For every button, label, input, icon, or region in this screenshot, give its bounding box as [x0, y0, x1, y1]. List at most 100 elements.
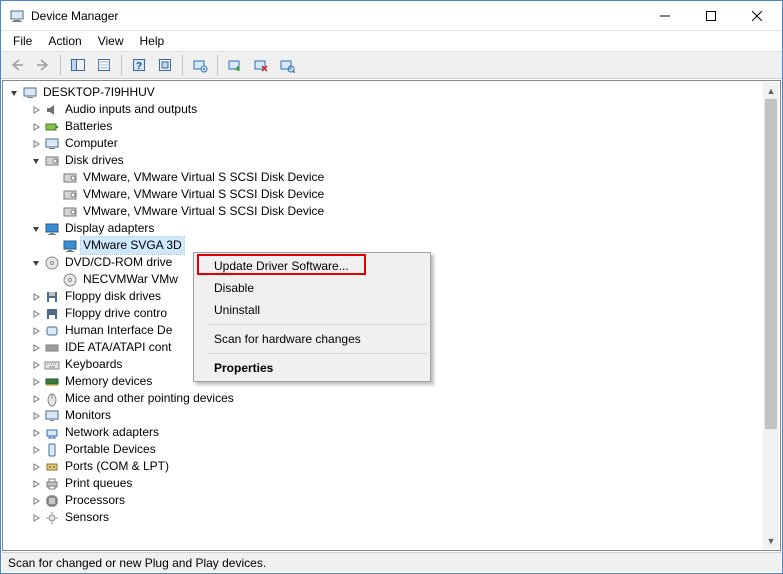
app-icon	[9, 8, 25, 24]
toolbar-separator	[217, 55, 218, 75]
minimize-button[interactable]	[642, 1, 688, 30]
tree-node-label: Processors	[63, 492, 127, 509]
tree-root[interactable]: DESKTOP-7I9HHUV	[6, 84, 763, 101]
monitor-icon	[44, 408, 60, 424]
chevron-down-icon[interactable]	[6, 85, 22, 101]
back-button[interactable]	[5, 53, 29, 77]
chevron-right-icon[interactable]	[28, 425, 44, 441]
tree-node-label: Mice and other pointing devices	[63, 390, 236, 407]
tree-category[interactable]: Print queues	[6, 475, 763, 492]
tree-node-label: IDE ATA/ATAPI cont	[63, 339, 173, 356]
menu-view[interactable]: View	[90, 32, 132, 50]
enable-device-button[interactable]	[223, 53, 247, 77]
vertical-scrollbar[interactable]: ▲ ▼	[763, 82, 779, 549]
toolbar-separator	[121, 55, 122, 75]
tree-category[interactable]: Sensors	[6, 509, 763, 526]
tree-node-label: DVD/CD-ROM drive	[63, 254, 174, 271]
chevron-right-icon[interactable]	[28, 340, 44, 356]
tree-device[interactable]: VMware, VMware Virtual S SCSI Disk Devic…	[6, 169, 763, 186]
tree-node-label: Monitors	[63, 407, 113, 424]
memory-icon	[44, 374, 60, 390]
menu-help[interactable]: Help	[132, 32, 173, 50]
disk-icon	[62, 187, 78, 203]
tree-node-label: Memory devices	[63, 373, 154, 390]
forward-button[interactable]	[31, 53, 55, 77]
chevron-right-icon[interactable]	[28, 391, 44, 407]
chevron-down-icon[interactable]	[28, 221, 44, 237]
tree-category[interactable]: Portable Devices	[6, 441, 763, 458]
computer-icon	[22, 85, 38, 101]
ctx-uninstall[interactable]: Uninstall	[196, 299, 428, 321]
sensor-icon	[44, 510, 60, 526]
scrollbar-thumb[interactable]	[765, 99, 777, 429]
printer-icon	[44, 476, 60, 492]
scan-hardware-button[interactable]	[275, 53, 299, 77]
tree-category[interactable]: Batteries	[6, 118, 763, 135]
view-devices-button[interactable]	[153, 53, 177, 77]
twisty-none	[46, 272, 62, 288]
chevron-right-icon[interactable]	[28, 459, 44, 475]
portable-icon	[44, 442, 60, 458]
tree-device[interactable]: VMware, VMware Virtual S SCSI Disk Devic…	[6, 203, 763, 220]
help-button[interactable]: ?	[127, 53, 151, 77]
chevron-right-icon[interactable]	[28, 306, 44, 322]
chevron-right-icon[interactable]	[28, 323, 44, 339]
twisty-none	[46, 238, 62, 254]
audio-icon	[44, 102, 60, 118]
chevron-right-icon[interactable]	[28, 510, 44, 526]
chevron-right-icon[interactable]	[28, 102, 44, 118]
ctx-disable[interactable]: Disable	[196, 277, 428, 299]
battery-icon	[44, 119, 60, 135]
tree-device[interactable]: VMware, VMware Virtual S SCSI Disk Devic…	[6, 186, 763, 203]
close-button[interactable]	[734, 1, 780, 30]
menu-file[interactable]: File	[5, 32, 40, 50]
chevron-right-icon[interactable]	[28, 374, 44, 390]
ctx-scan-hardware[interactable]: Scan for hardware changes	[196, 328, 428, 350]
tree-category[interactable]: Computer	[6, 135, 763, 152]
hid-icon	[44, 323, 60, 339]
tree-node-label: Print queues	[63, 475, 134, 492]
tree-node-label: Audio inputs and outputs	[63, 101, 199, 118]
scroll-down-button[interactable]: ▼	[763, 532, 779, 549]
tree-category[interactable]: Disk drives	[6, 152, 763, 169]
tree-category[interactable]: Display adapters	[6, 220, 763, 237]
properties-button[interactable]	[92, 53, 116, 77]
tree-category[interactable]: Ports (COM & LPT)	[6, 458, 763, 475]
chevron-right-icon[interactable]	[28, 493, 44, 509]
chevron-down-icon[interactable]	[28, 255, 44, 271]
chevron-right-icon[interactable]	[28, 289, 44, 305]
mouse-icon	[44, 391, 60, 407]
chevron-down-icon[interactable]	[28, 153, 44, 169]
ctx-separator	[208, 324, 427, 325]
tree-category[interactable]: Audio inputs and outputs	[6, 101, 763, 118]
ctx-properties[interactable]: Properties	[196, 357, 428, 379]
chevron-right-icon[interactable]	[28, 442, 44, 458]
tree-category[interactable]: Mice and other pointing devices	[6, 390, 763, 407]
maximize-button[interactable]	[688, 1, 734, 30]
ctx-update-driver[interactable]: Update Driver Software...	[196, 255, 428, 277]
menu-action[interactable]: Action	[40, 32, 89, 50]
tree-node-label: Keyboards	[63, 356, 124, 373]
floppy-controller-icon	[44, 306, 60, 322]
chevron-right-icon[interactable]	[28, 476, 44, 492]
chevron-right-icon[interactable]	[28, 136, 44, 152]
tree-category[interactable]: Processors	[6, 492, 763, 509]
chevron-right-icon[interactable]	[28, 408, 44, 424]
chevron-right-icon[interactable]	[28, 357, 44, 373]
chevron-right-icon[interactable]	[28, 119, 44, 135]
tree-node-label: Human Interface De	[63, 322, 174, 339]
console-tree-button[interactable]	[66, 53, 90, 77]
tree-node-label: Sensors	[63, 509, 111, 526]
ctx-separator	[208, 353, 427, 354]
status-bar: Scan for changed or new Plug and Play de…	[2, 552, 781, 572]
toolbar-separator	[60, 55, 61, 75]
uninstall-device-button[interactable]	[249, 53, 273, 77]
tree-category[interactable]: Monitors	[6, 407, 763, 424]
tree-node-label: Computer	[63, 135, 120, 152]
tree-node-label: Network adapters	[63, 424, 161, 441]
processor-icon	[44, 493, 60, 509]
update-driver-button[interactable]	[188, 53, 212, 77]
scroll-up-button[interactable]: ▲	[763, 82, 779, 99]
tree-node-label: VMware, VMware Virtual S SCSI Disk Devic…	[81, 203, 326, 220]
tree-category[interactable]: Network adapters	[6, 424, 763, 441]
